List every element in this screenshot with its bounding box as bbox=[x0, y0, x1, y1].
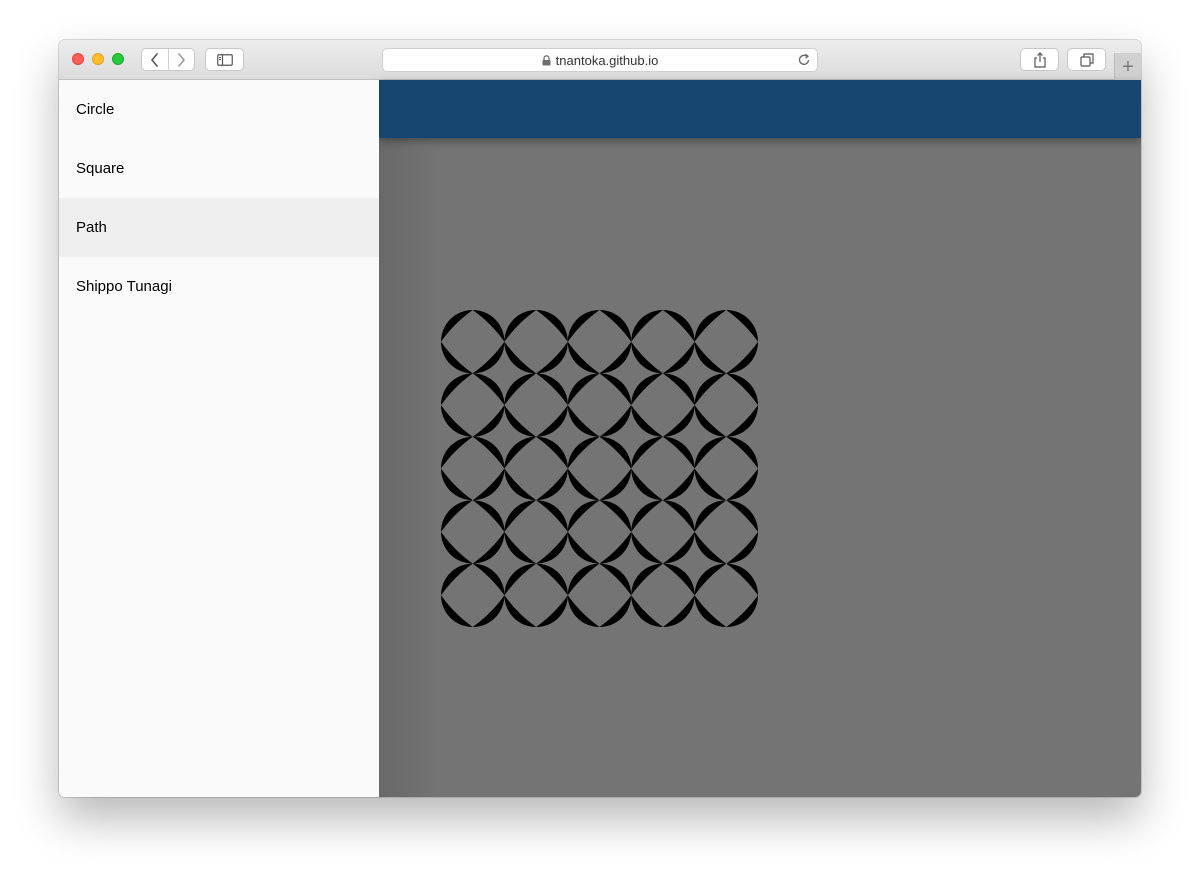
navigation-drawer: Circle Square Path Shippo Tunagi bbox=[59, 80, 379, 797]
share-icon bbox=[1033, 51, 1046, 68]
lock-icon bbox=[542, 54, 551, 66]
new-tab-button[interactable]: + bbox=[1114, 53, 1141, 80]
shippo-tunagi-pattern bbox=[441, 310, 758, 627]
chevron-left-icon bbox=[150, 52, 158, 67]
reload-icon[interactable] bbox=[797, 53, 811, 67]
zoom-window-button[interactable] bbox=[112, 53, 124, 65]
page-content: Circle Square Path Shippo Tunagi bbox=[59, 80, 1141, 797]
share-button[interactable] bbox=[1020, 48, 1059, 71]
chevron-right-icon bbox=[178, 52, 186, 67]
plus-icon: + bbox=[1122, 55, 1134, 78]
minimize-window-button[interactable] bbox=[92, 53, 104, 65]
app-bar bbox=[379, 80, 1141, 138]
main-canvas-area bbox=[379, 80, 1141, 797]
sidebar-icon bbox=[216, 53, 233, 66]
url-text: tnantoka.github.io bbox=[555, 52, 659, 68]
browser-window: tnantoka.github.io + Circle Square Path … bbox=[59, 40, 1141, 797]
navigation-buttons bbox=[141, 48, 195, 71]
address-bar[interactable]: tnantoka.github.io bbox=[382, 48, 818, 72]
back-button[interactable] bbox=[142, 49, 169, 70]
drawer-item-square[interactable]: Square bbox=[59, 139, 379, 198]
close-window-button[interactable] bbox=[72, 53, 84, 65]
tabs-icon bbox=[1079, 52, 1094, 67]
drawer-item-label: Circle bbox=[76, 101, 115, 118]
browser-toolbar: tnantoka.github.io + bbox=[59, 40, 1141, 80]
drawer-item-label: Square bbox=[76, 160, 125, 177]
forward-button[interactable] bbox=[169, 49, 195, 70]
tab-overview-button[interactable] bbox=[1067, 48, 1106, 71]
drawer-item-label: Shippo Tunagi bbox=[76, 278, 172, 295]
drawer-shadow bbox=[379, 80, 439, 797]
drawer-item-circle[interactable]: Circle bbox=[59, 80, 379, 139]
sidebar-toggle-button[interactable] bbox=[205, 48, 244, 71]
drawer-item-label: Path bbox=[76, 219, 107, 236]
drawer-item-shippo-tunagi[interactable]: Shippo Tunagi bbox=[59, 257, 379, 316]
drawer-item-path[interactable]: Path bbox=[59, 198, 379, 257]
